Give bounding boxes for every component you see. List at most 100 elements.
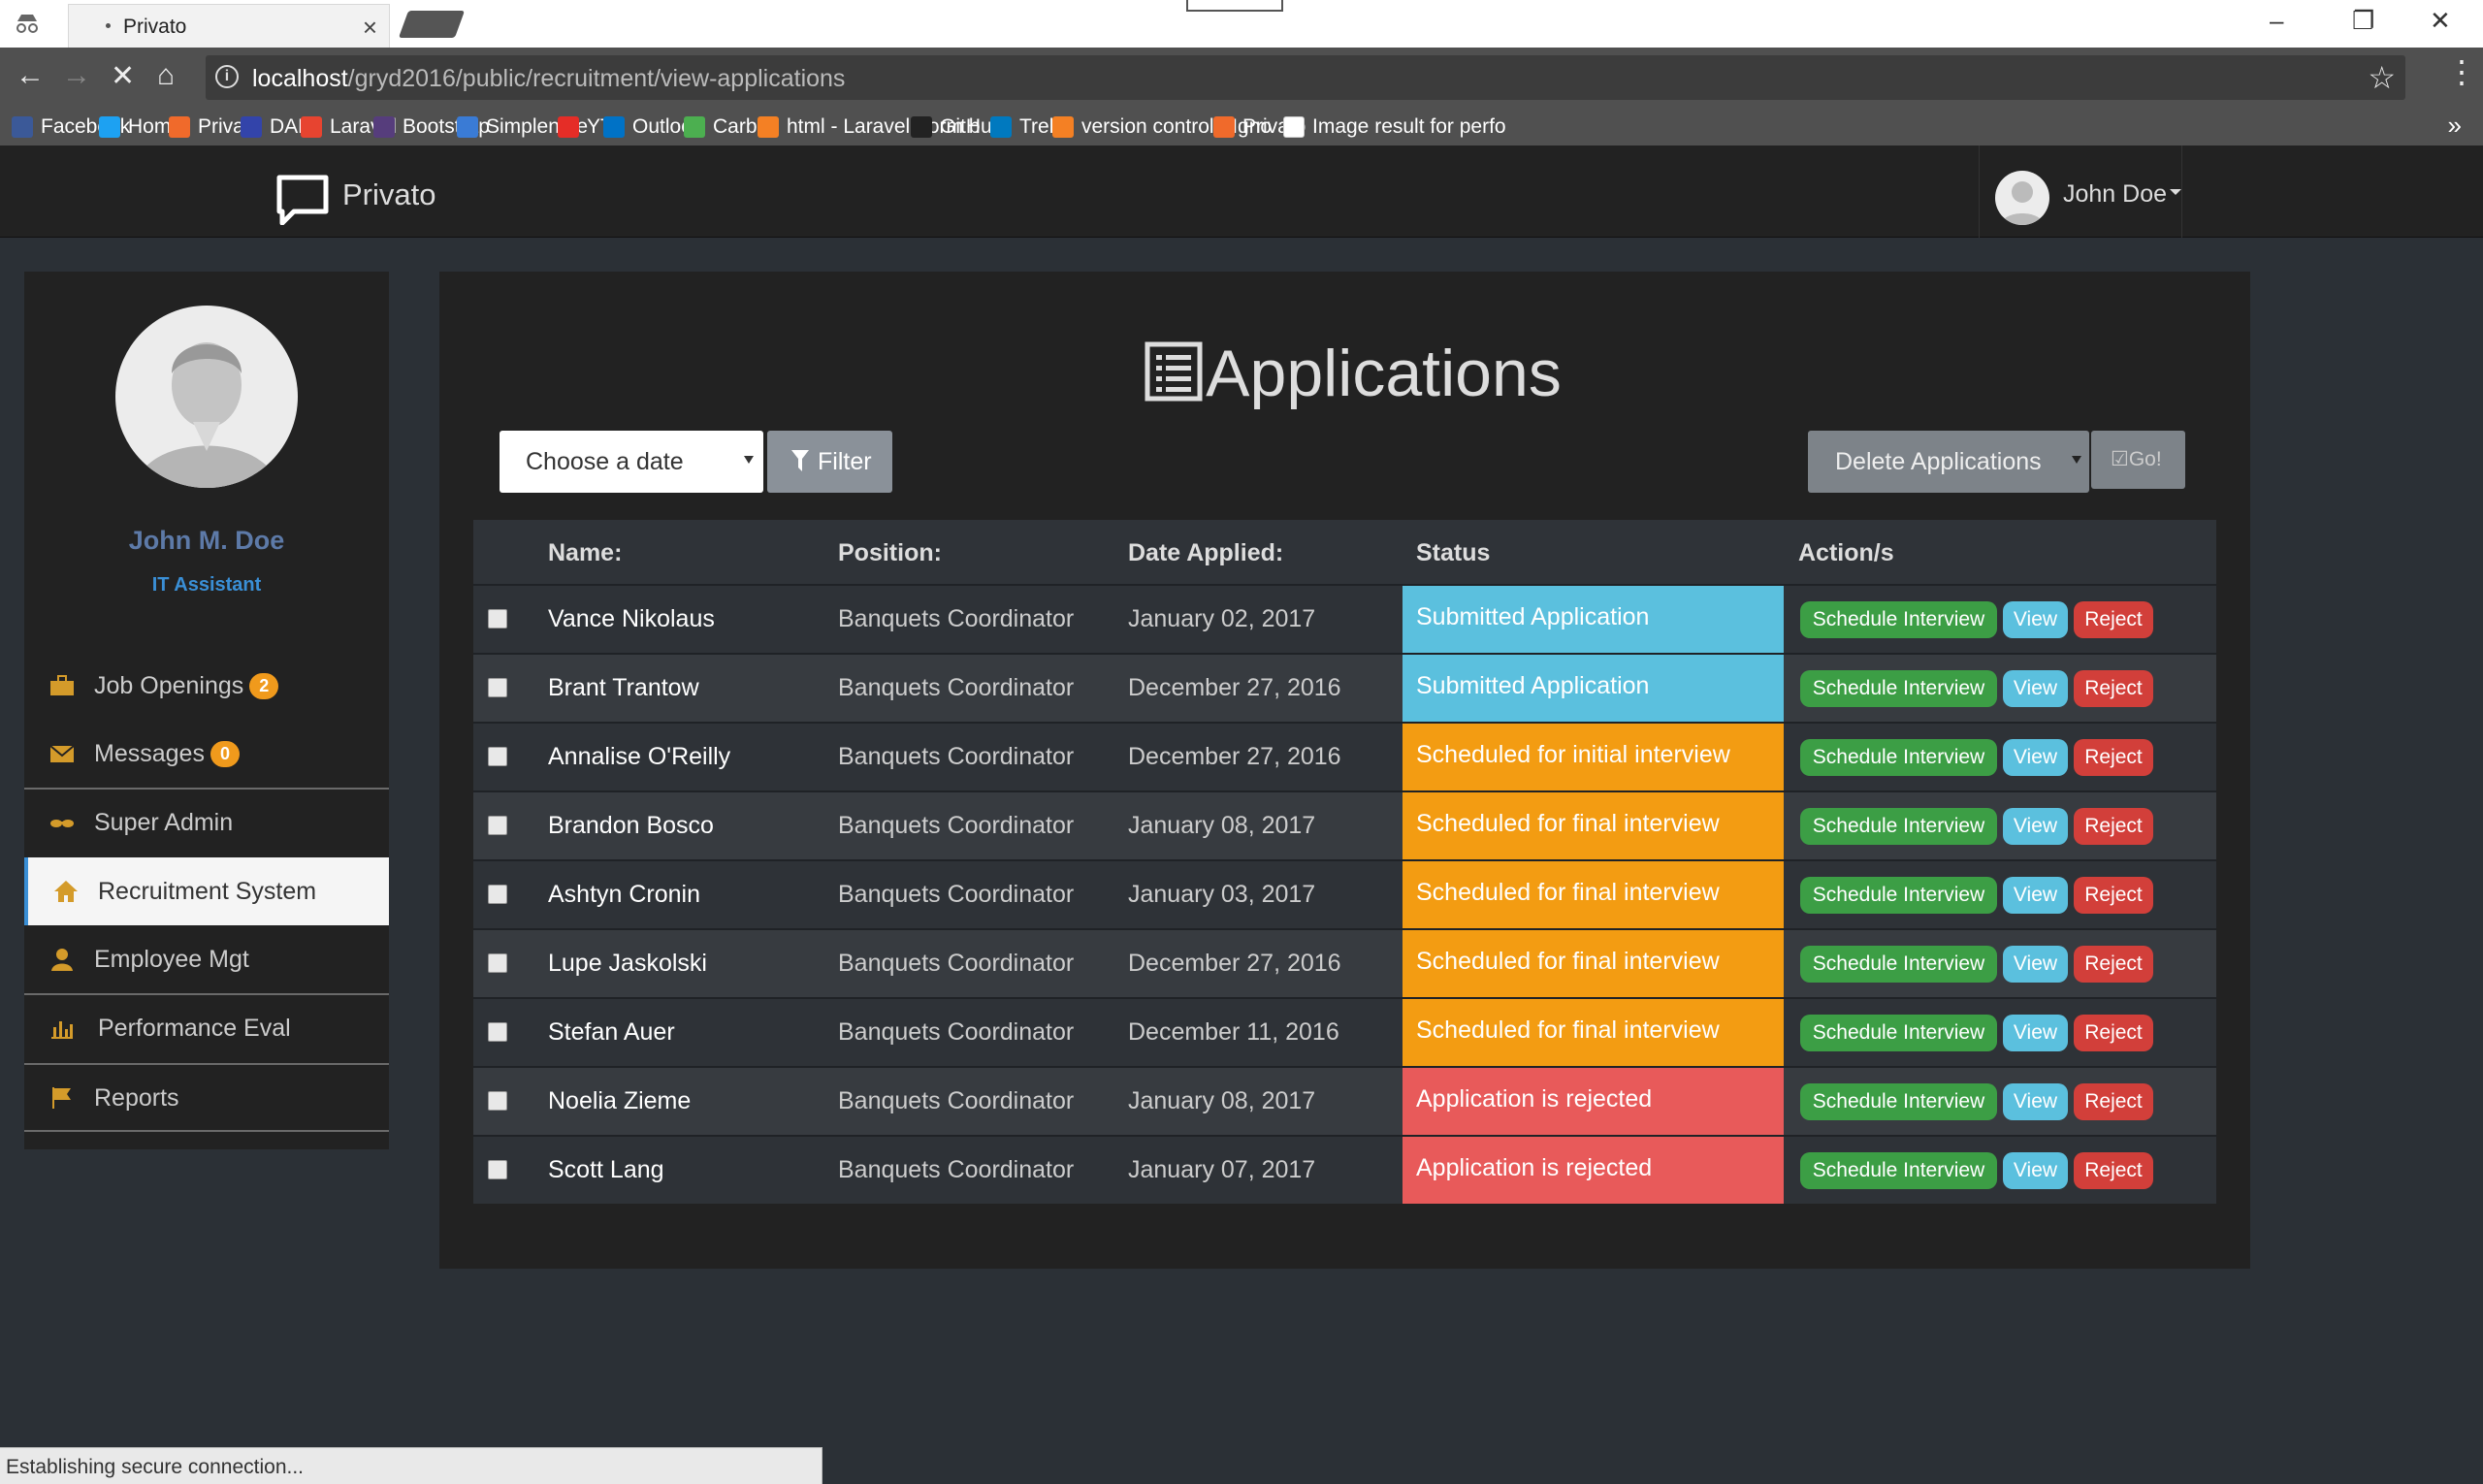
browser-tab[interactable]: Privato ×	[68, 4, 390, 48]
row-checkbox[interactable]	[488, 1022, 507, 1042]
bookmark-favicon-icon	[241, 116, 262, 138]
bookmarks-bar: » Facebook Home Privato DAP Laravel Bootstrap…	[0, 109, 2483, 145]
brand-name[interactable]: Privato	[342, 177, 435, 212]
applicant-position: Banquets Coordinator	[838, 674, 1075, 701]
applicant-position: Banquets Coordinator	[838, 605, 1075, 632]
user-menu[interactable]: John Doe	[1979, 145, 2182, 238]
row-checkbox[interactable]	[488, 1091, 507, 1111]
stop-loading-icon[interactable]: ✕	[111, 59, 135, 93]
view-button[interactable]: View	[2003, 946, 2068, 983]
bulk-action-select[interactable]: Delete Applications	[1808, 431, 2089, 493]
applicant-name: Brandon Bosco	[548, 812, 714, 839]
window-close-icon[interactable]: ✕	[2430, 6, 2451, 36]
filter-button[interactable]: Filter	[767, 431, 892, 493]
row-checkbox[interactable]	[488, 816, 507, 835]
url-text[interactable]: localhost/gryd2016/public/recruitment/vi…	[252, 65, 845, 93]
schedule-interview-button[interactable]: Schedule Interview	[1800, 1152, 1997, 1189]
flag-icon	[52, 1087, 71, 1109]
user-icon	[51, 949, 73, 971]
window-drag-handle[interactable]	[1186, 0, 1283, 12]
sidebar-item-label: Messages	[94, 739, 205, 767]
tab-loading-icon	[106, 23, 111, 28]
schedule-interview-button[interactable]: Schedule Interview	[1800, 946, 1997, 983]
view-button[interactable]: View	[2003, 601, 2068, 638]
status-badge: Application is rejected	[1403, 1137, 1784, 1204]
view-button[interactable]: View	[2003, 1152, 2068, 1189]
caret-down-icon	[2170, 189, 2181, 195]
tab-close-icon[interactable]: ×	[363, 13, 377, 43]
date-select[interactable]: Choose a date	[500, 431, 763, 493]
row-checkbox[interactable]	[488, 953, 507, 973]
reject-button[interactable]: Reject	[2074, 601, 2153, 638]
bookmark-favicon-icon	[1283, 116, 1305, 138]
schedule-interview-button[interactable]: Schedule Interview	[1800, 1083, 1997, 1120]
sidebar: John M. Doe IT Assistant Job Openings 2 M…	[24, 272, 389, 1149]
view-button[interactable]: View	[2003, 1083, 2068, 1120]
schedule-interview-button[interactable]: Schedule Interview	[1800, 601, 1997, 638]
bookmark-star-icon[interactable]: ☆	[2368, 59, 2396, 96]
bookmark-favicon-icon	[911, 116, 932, 138]
sidebar-item-performance-eval[interactable]: Performance Eval	[24, 993, 389, 1061]
column-header-status: Status	[1416, 539, 1491, 566]
schedule-interview-button[interactable]: Schedule Interview	[1800, 1015, 1997, 1051]
bookmark-favicon-icon	[301, 116, 322, 138]
sidebar-item-employee-mgt[interactable]: Employee Mgt	[24, 925, 389, 993]
sidebar-item-super-admin[interactable]: Super Admin	[24, 788, 389, 855]
go-button[interactable]: ☑Go!	[2091, 431, 2185, 489]
schedule-interview-button[interactable]: Schedule Interview	[1800, 739, 1997, 776]
date-applied: January 08, 2017	[1128, 1087, 1316, 1114]
reject-button[interactable]: Reject	[2074, 1083, 2153, 1120]
table-row: Annalise O'Reilly Banquets Coordinator Dec…	[473, 722, 2216, 790]
dropdown-arrow-icon	[744, 456, 754, 464]
site-info-icon[interactable]: i	[215, 65, 239, 88]
sidebar-item-recruitment-system[interactable]: Recruitment System	[24, 857, 389, 925]
sidebar-item-reports[interactable]: Reports	[24, 1063, 389, 1131]
forward-icon[interactable]: →	[62, 59, 91, 92]
applicant-name: Ashtyn Cronin	[548, 881, 701, 908]
bookmark-favicon-icon	[558, 116, 579, 138]
bulk-action-value: Delete Applications	[1835, 448, 2042, 475]
view-button[interactable]: View	[2003, 877, 2068, 914]
reject-button[interactable]: Reject	[2074, 1152, 2153, 1189]
home-page-icon[interactable]: ⌂	[157, 59, 175, 92]
view-button[interactable]: View	[2003, 739, 2068, 776]
tab-title: Privato	[123, 16, 187, 38]
row-checkbox[interactable]	[488, 885, 507, 904]
row-checkbox[interactable]	[488, 1160, 507, 1179]
reject-button[interactable]: Reject	[2074, 670, 2153, 707]
reject-button[interactable]: Reject	[2074, 808, 2153, 845]
date-applied: January 02, 2017	[1128, 605, 1316, 632]
sidebar-item-messages[interactable]: Messages 0	[24, 720, 389, 788]
reject-button[interactable]: Reject	[2074, 877, 2153, 914]
back-icon[interactable]: ←	[16, 59, 45, 92]
minimize-icon[interactable]: –	[2270, 6, 2283, 36]
bookmarks-overflow-icon[interactable]: »	[2448, 111, 2462, 141]
restore-icon[interactable]: ❐	[2352, 6, 2374, 36]
table-body: Vance Nikolaus Banquets Coordinator Januar…	[473, 584, 2216, 1204]
browser-menu-icon[interactable]: ⋮	[2446, 53, 2477, 90]
messages-badge: 0	[210, 741, 240, 768]
view-button[interactable]: View	[2003, 1015, 2068, 1051]
sunglasses-icon	[50, 820, 74, 827]
bookmark-item[interactable]: Image result for perfo	[1283, 112, 1506, 143]
bookmark-favicon-icon	[99, 116, 120, 138]
new-tab-button[interactable]	[398, 11, 466, 38]
row-checkbox[interactable]	[488, 678, 507, 697]
schedule-interview-button[interactable]: Schedule Interview	[1800, 808, 1997, 845]
reject-button[interactable]: Reject	[2074, 946, 2153, 983]
applicant-name: Scott Lang	[548, 1156, 664, 1183]
sidebar-item-job-openings[interactable]: Job Openings 2	[24, 652, 389, 720]
schedule-interview-button[interactable]: Schedule Interview	[1800, 877, 1997, 914]
applicant-position: Banquets Coordinator	[838, 812, 1075, 839]
row-checkbox[interactable]	[488, 747, 507, 766]
schedule-interview-button[interactable]: Schedule Interview	[1800, 670, 1997, 707]
row-checkbox[interactable]	[488, 609, 507, 629]
view-button[interactable]: View	[2003, 808, 2068, 845]
sidebar-divider	[24, 1130, 389, 1132]
applicant-position: Banquets Coordinator	[838, 743, 1075, 770]
reject-button[interactable]: Reject	[2074, 1015, 2153, 1051]
sidebar-item-label: Employee Mgt	[94, 945, 249, 973]
reject-button[interactable]: Reject	[2074, 739, 2153, 776]
address-bar[interactable]: i localhost/gryd2016/public/recruitment/…	[206, 55, 2405, 100]
view-button[interactable]: View	[2003, 670, 2068, 707]
